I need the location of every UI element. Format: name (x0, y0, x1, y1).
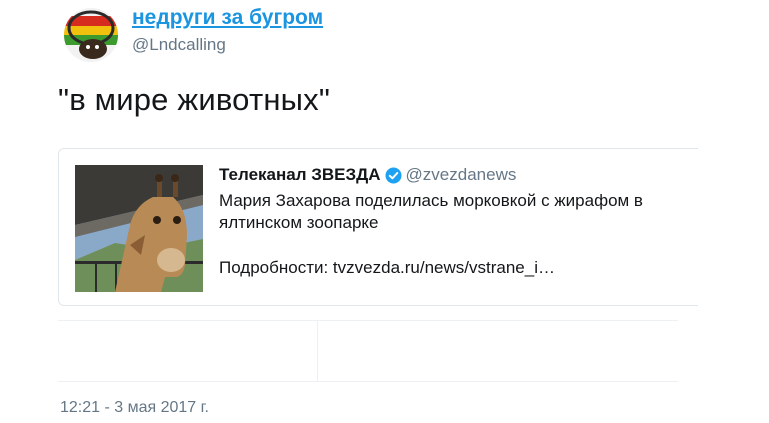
quoted-author-handle: @zvezdanews (405, 165, 517, 184)
author-handle: @Lndcalling (132, 35, 226, 54)
quoted-tweet-card[interactable]: Телеканал ЗВЕЗДА @zvezdanews Мария Захар… (58, 148, 698, 306)
quoted-author[interactable]: Телеканал ЗВЕЗДА @zvezdanews (219, 165, 516, 185)
quoted-author-name: Телеканал ЗВЕЗДА (219, 165, 381, 184)
verified-badge-icon (385, 167, 402, 184)
tweet-timestamp[interactable]: 12:21 - 3 мая 2017 г. (60, 399, 209, 417)
avatar-image (64, 8, 118, 62)
quoted-tweet-text: Мария Захарова поделилась морковкой с жи… (219, 191, 643, 232)
giraffe-photo (75, 165, 203, 292)
divider (317, 321, 318, 381)
avatar[interactable] (64, 8, 118, 62)
quoted-tweet-link[interactable]: Подробности: tvzvezda.ru/news/vstrane_i… (219, 258, 555, 278)
tweet-text: "в мире животных" (58, 82, 331, 117)
empty-media-area (58, 320, 678, 382)
author-name-link[interactable]: недруги за бугром (132, 6, 323, 30)
